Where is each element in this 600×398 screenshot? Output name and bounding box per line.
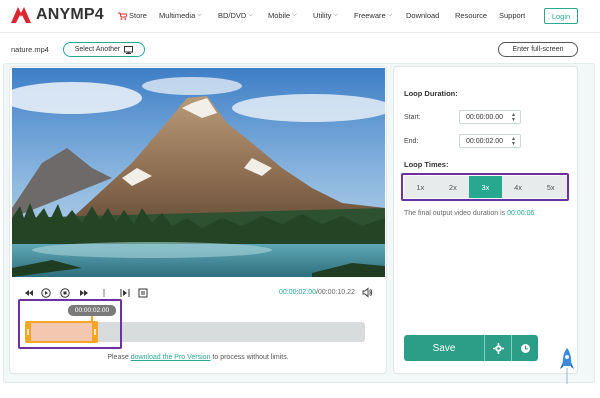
nav-support-label: Support	[499, 11, 526, 20]
logo-icon	[11, 7, 31, 23]
history-button[interactable]	[511, 335, 538, 361]
video-preview[interactable]	[12, 68, 385, 277]
output-duration-value: 00:00:06	[507, 210, 535, 217]
start-time-input[interactable]: 00:00:00.00 ▲ ▼	[459, 110, 521, 124]
start-time-value: 00:00:00.00	[466, 113, 503, 121]
nav-bd-dvd[interactable]: BD/DVD ⌵	[218, 11, 253, 20]
loop-times-highlight-box	[401, 173, 569, 201]
set-end-icon[interactable]	[138, 288, 148, 298]
nav-multimedia[interactable]: Multimedia ⌵	[159, 11, 202, 20]
nav-mobile[interactable]: Mobile ⌵	[268, 11, 297, 20]
prev-frame-icon[interactable]	[24, 288, 34, 298]
chevron-down-icon: ⌵	[387, 12, 393, 18]
end-time-value: 00:00:02.00	[466, 137, 503, 145]
gear-icon	[492, 342, 504, 354]
set-start-icon[interactable]	[120, 288, 130, 298]
chevron-down-icon: ⌵	[248, 12, 253, 18]
nav-multimedia-label: Multimedia	[159, 11, 196, 20]
pro-note-after: to process without limits.	[210, 354, 289, 361]
current-time: 00:00:02.00	[279, 289, 316, 296]
nav-freeware[interactable]: Freeware ⌵	[354, 11, 392, 20]
login-button[interactable]: Login	[544, 8, 578, 24]
stop-icon[interactable]	[60, 288, 70, 298]
select-another-label: Select Another	[74, 46, 121, 53]
next-frame-icon[interactable]	[79, 288, 89, 298]
nav-resource-label: Resource	[455, 11, 488, 20]
settings-button[interactable]	[484, 335, 511, 361]
nav-support[interactable]: Support	[499, 11, 525, 20]
pro-note-before: Please	[107, 354, 131, 361]
nav-freeware-label: Freeware	[354, 11, 386, 20]
nav-download-label: Download	[406, 11, 440, 20]
pro-version-note: Please download the Pro Version to proce…	[9, 354, 387, 361]
enter-fullscreen-button[interactable]: Enter full-screen	[498, 42, 578, 57]
select-another-button[interactable]: Select Another	[63, 42, 145, 57]
nav-download[interactable]: Download	[406, 11, 439, 20]
chevron-down-icon: ⌵	[333, 12, 338, 18]
loop-duration-title: Loop Duration:	[404, 89, 458, 98]
nav-mobile-label: Mobile	[268, 11, 291, 20]
spinner-icon[interactable]: ▲ ▼	[511, 137, 516, 147]
timeline-highlight-box	[18, 299, 122, 349]
volume-icon[interactable]	[362, 287, 373, 298]
download-pro-link[interactable]: download the Pro Version	[131, 354, 211, 361]
monitor-icon	[124, 45, 134, 54]
end-time-input[interactable]: 00:00:02.00 ▲ ▼	[459, 134, 521, 148]
save-group: Save	[404, 335, 538, 361]
nav-utility[interactable]: Utility ⌵	[313, 11, 338, 20]
nav-utility-label: Utility	[313, 11, 332, 20]
play-icon[interactable]	[41, 288, 51, 298]
total-time: /00:00:10.22	[316, 289, 355, 296]
loop-times-title: Loop Times:	[404, 160, 449, 169]
chevron-down-icon: ⌵	[292, 12, 297, 18]
end-label: End:	[404, 138, 419, 145]
nav-bd-dvd-label: BD/DVD	[218, 11, 247, 20]
clock-icon	[520, 343, 530, 353]
output-duration-note: The final output video duration is 00:00…	[404, 210, 534, 217]
divider-icon	[103, 289, 105, 297]
spinner-icon[interactable]: ▲ ▼	[511, 113, 516, 123]
save-button[interactable]: Save	[404, 335, 484, 361]
cart-icon	[118, 12, 127, 20]
top-nav: ANYMP4 Store Multimedia ⌵ BD/DVD ⌵ Mobil…	[0, 0, 600, 33]
chevron-down-icon: ⌵	[197, 12, 202, 18]
start-label: Start:	[404, 114, 421, 121]
nav-store[interactable]: Store	[118, 11, 147, 20]
nav-store-label: Store	[129, 11, 147, 20]
back-to-top-rocket-icon[interactable]	[558, 346, 576, 386]
file-name: nature.mp4	[11, 45, 49, 54]
output-prefix: The final output video duration is	[404, 210, 508, 217]
nav-resource[interactable]: Resource	[455, 11, 487, 20]
mountain-lake-image	[12, 68, 385, 277]
anymp4-logo[interactable]: ANYMP4	[10, 5, 104, 25]
logo-text: ANYMP4	[36, 6, 104, 23]
